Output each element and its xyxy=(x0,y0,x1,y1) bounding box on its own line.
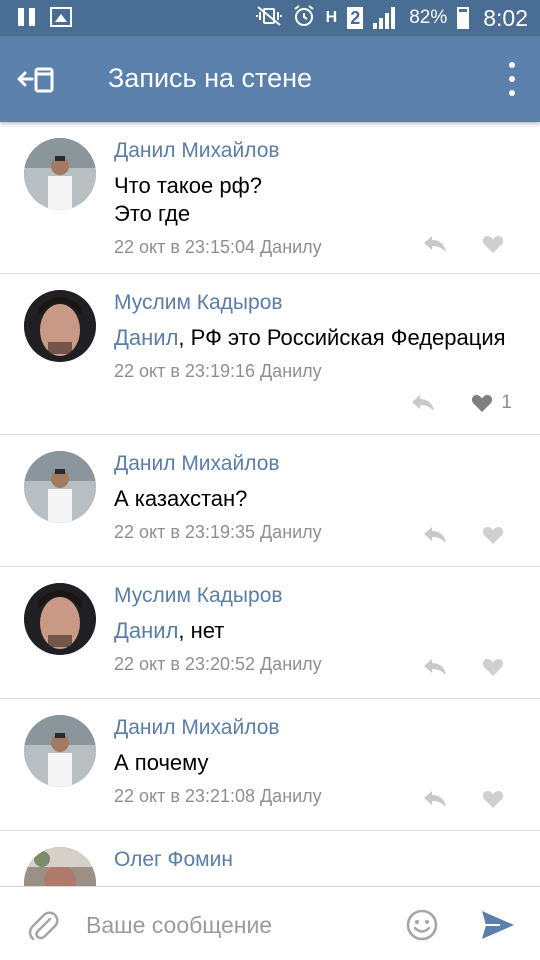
comment-mention[interactable]: Данил xyxy=(114,325,178,350)
comment-body: Данил Михайлов Что такое рф? Это где 22 … xyxy=(114,138,516,258)
comment-item: Муслим Кадыров Данил, нет 22 окт в 23:20… xyxy=(0,567,540,699)
message-input[interactable] xyxy=(86,907,386,943)
comment-meta: 22 окт в 23:19:35 Данилу xyxy=(114,522,322,542)
avatar[interactable] xyxy=(24,290,96,362)
comment-text: Данил, нет xyxy=(114,617,516,645)
like-button[interactable] xyxy=(482,657,512,677)
comment-meta: 22 окт в 23:20:52 Данилу xyxy=(114,654,322,674)
comment-author[interactable]: Муслим Кадыров xyxy=(114,290,516,316)
battery-icon xyxy=(457,7,470,29)
comment-body: Муслим Кадыров Данил, РФ это Российская … xyxy=(114,290,516,382)
like-button[interactable] xyxy=(482,789,512,809)
comment-body: Данил Михайлов А казахстан? 22 окт в 23:… xyxy=(114,451,516,543)
comment-body: Данил Михайлов А почему 22 окт в 23:21:0… xyxy=(114,715,516,807)
more-options-button[interactable] xyxy=(506,62,518,96)
battery-percent: 82% xyxy=(409,7,448,28)
comment-message: А казахстан? xyxy=(114,486,248,511)
like-button[interactable] xyxy=(482,234,512,254)
comment-item: Данил Михайлов А почему 22 окт в 23:21:0… xyxy=(0,699,540,831)
comment-text: А почему xyxy=(114,749,516,777)
comment-body: Олег Фомин xyxy=(114,847,516,873)
comment-message: А почему xyxy=(114,750,209,775)
emoji-button[interactable] xyxy=(406,909,438,941)
comment-author[interactable]: Данил Михайлов xyxy=(114,138,516,164)
avatar[interactable] xyxy=(24,847,96,886)
avatar[interactable] xyxy=(24,583,96,655)
reply-button[interactable] xyxy=(422,234,448,254)
alarm-icon xyxy=(292,4,316,32)
reply-icon xyxy=(424,659,446,675)
heart-icon xyxy=(482,236,504,253)
reply-icon xyxy=(424,527,446,543)
send-icon xyxy=(482,911,514,939)
comment-author[interactable]: Данил Михайлов xyxy=(114,715,516,741)
reply-icon xyxy=(424,236,446,252)
like-button[interactable] xyxy=(482,525,512,545)
reply-button[interactable] xyxy=(422,789,448,809)
dot xyxy=(509,90,515,96)
dot xyxy=(509,62,515,68)
heart-icon xyxy=(472,395,493,412)
paperclip-icon xyxy=(28,911,59,941)
comment-text: Данил, РФ это Российская Федерация xyxy=(114,324,516,352)
comment-list: Данил Михайлов Что такое рф? Это где 22 … xyxy=(0,122,540,886)
page-title: Запись на стене xyxy=(108,63,313,93)
status-bar: H 2 82% 8:02 xyxy=(0,0,540,36)
avatar[interactable] xyxy=(24,138,96,210)
reply-button[interactable] xyxy=(422,525,448,545)
comment-message: Что такое рф? Это где xyxy=(114,173,262,226)
comment-item: Муслим Кадыров Данил, РФ это Российская … xyxy=(0,274,540,435)
network-type-label: H xyxy=(325,9,338,26)
comment-body: Муслим Кадыров Данил, нет 22 окт в 23:20… xyxy=(114,583,516,675)
clock: 8:02 xyxy=(483,4,528,31)
comment-item: Олег Фомин xyxy=(0,831,540,886)
dot xyxy=(509,76,515,82)
comment-message: , РФ это Российская Федерация xyxy=(178,325,506,350)
comment-text: Что такое рф? Это где xyxy=(114,172,516,228)
heart-icon xyxy=(482,527,504,544)
heart-icon xyxy=(482,659,504,676)
comment-text: А казахстан? xyxy=(114,485,516,513)
send-button[interactable] xyxy=(480,909,516,941)
image-icon xyxy=(50,7,72,27)
attach-button[interactable] xyxy=(26,909,60,943)
mute-vibrate-icon xyxy=(255,5,282,31)
reply-icon xyxy=(424,791,446,807)
comment-mention[interactable]: Данил xyxy=(114,618,178,643)
pause-icon xyxy=(18,8,36,26)
app-bar: Запись на стене xyxy=(0,36,540,122)
comment-item: Данил Михайлов А казахстан? 22 окт в 23:… xyxy=(0,435,540,567)
comment-message: , нет xyxy=(178,618,225,643)
avatar[interactable] xyxy=(24,715,96,787)
comment-author[interactable]: Олег Фомин xyxy=(114,847,516,873)
like-button[interactable]: 1 xyxy=(471,392,512,413)
like-count: 1 xyxy=(501,392,512,413)
heart-icon xyxy=(482,791,504,808)
status-bar-notifications xyxy=(18,7,72,27)
sim-slot-badge: 2 xyxy=(347,7,364,29)
avatar[interactable] xyxy=(24,451,96,523)
comment-meta: 22 окт в 23:19:16 Данилу xyxy=(114,361,322,381)
comment-author[interactable]: Данил Михайлов xyxy=(114,451,516,477)
message-composer xyxy=(0,886,540,960)
reply-button[interactable] xyxy=(422,657,448,677)
comment-meta: 22 окт в 23:15:04 Данилу xyxy=(114,237,322,257)
signal-icon xyxy=(373,7,399,29)
back-arrow-icon xyxy=(17,67,54,93)
comment-author[interactable]: Муслим Кадыров xyxy=(114,583,516,609)
smiley-icon xyxy=(406,909,438,941)
comment-meta: 22 окт в 23:21:08 Данилу xyxy=(114,786,322,806)
reply-button[interactable] xyxy=(410,393,436,413)
comment-item: Данил Михайлов Что такое рф? Это где 22 … xyxy=(0,122,540,274)
back-button[interactable] xyxy=(16,62,58,96)
status-bar-indicators: H 2 82% 8:02 xyxy=(255,0,528,36)
reply-icon xyxy=(412,395,434,411)
